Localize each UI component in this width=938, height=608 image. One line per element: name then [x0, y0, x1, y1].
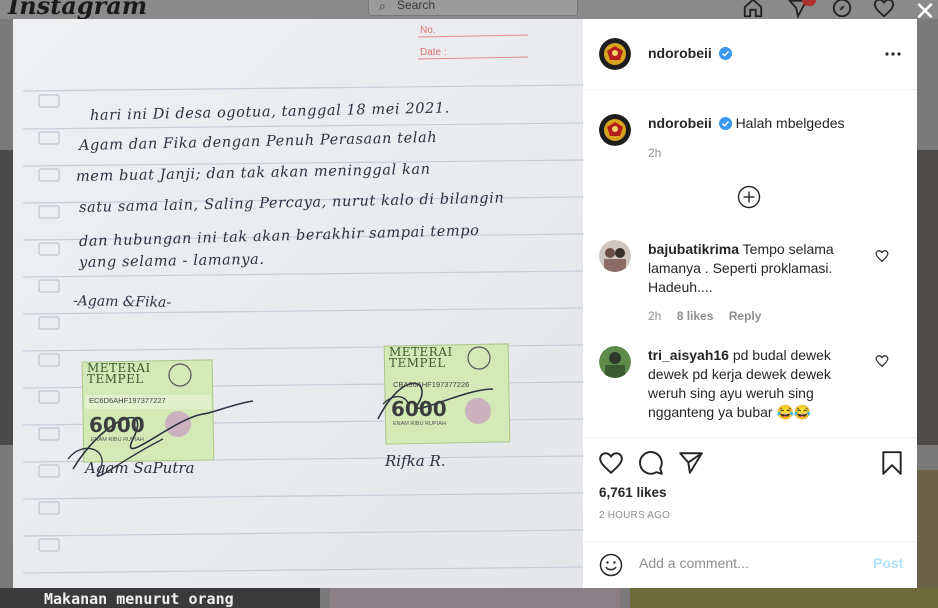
actions-divider	[583, 437, 917, 438]
search-icon: ⌕	[379, 0, 386, 13]
more-options-icon[interactable]	[884, 46, 902, 62]
stamp-right-title: METERAI TEMPEL	[389, 345, 453, 370]
commenter-avatar[interactable]	[599, 346, 631, 378]
comment-likes[interactable]: 8 likes	[677, 309, 714, 323]
add-comment-bar: Add a comment... Post	[583, 541, 917, 588]
author-username[interactable]: ndorobeii	[648, 45, 712, 61]
signer-left-name: Agam SaPutra	[85, 459, 195, 477]
stamp-left-words: ENAM RIBU RUPIAH	[91, 437, 144, 443]
verified-badge-icon	[719, 47, 733, 60]
like-comment-heart-icon[interactable]	[875, 354, 889, 368]
background-post-tile[interactable]	[917, 470, 938, 588]
comment-username[interactable]: bajubatikrima	[648, 241, 739, 257]
background-post-tile[interactable]	[917, 150, 938, 445]
explore-icon[interactable]	[831, 0, 853, 19]
emoji-icon[interactable]	[599, 553, 623, 577]
caption: ndorobeii Halah mbelgedes	[648, 114, 898, 133]
search-input[interactable]: ⌕ Search	[368, 0, 578, 16]
load-more-comments-icon[interactable]	[737, 185, 761, 209]
background-post-tile[interactable]	[0, 150, 13, 445]
stamp-left-title: METERAI TEMPEL	[87, 361, 151, 386]
post-side-panel: ndorobeii ndorobeii Halah mbelgedes 2h b…	[583, 19, 917, 588]
comment-username[interactable]: tri_aisyah16	[648, 347, 729, 363]
reply-button[interactable]: Reply	[729, 309, 762, 323]
caption-time[interactable]: 2h	[648, 146, 661, 160]
stamp-right-value: 6000	[391, 397, 447, 421]
post-image[interactable]: No. Date : hari ini Di desa ogotua, tang…	[13, 19, 583, 588]
stamp-right-words: ENAM RIBU RUPIAH	[393, 421, 446, 427]
background-post-tile[interactable]	[330, 588, 620, 608]
search-placeholder: Search	[397, 0, 436, 12]
like-heart-icon[interactable]	[598, 450, 624, 476]
signer-right-name: Rifka R.	[385, 452, 446, 470]
like-comment-heart-icon[interactable]	[875, 249, 889, 263]
comment: tri_aisyah16 pd budal dewek dewek pd ker…	[648, 346, 870, 422]
commenter-avatar[interactable]	[599, 240, 631, 272]
stamp-left-code: EC6D6AHF197377227	[89, 396, 166, 405]
post-comment-button[interactable]: Post	[873, 555, 903, 571]
caption-text: Halah mbelgedes	[735, 115, 845, 131]
form-date-label: Date :	[420, 47, 447, 58]
comment: bajubatikrima Tempo selama lamanya . Sep…	[648, 240, 870, 297]
save-bookmark-icon[interactable]	[879, 450, 905, 476]
stamp-right-code: CBA36AHF197377226	[393, 380, 470, 389]
instagram-logo[interactable]: Instagram	[8, 0, 147, 20]
activity-heart-icon[interactable]	[873, 0, 895, 19]
letter-line: yang selama - lamanya.	[78, 251, 265, 271]
comment-time[interactable]: 2h	[648, 309, 661, 323]
post-time-ago[interactable]: 2 HOURS AGO	[599, 510, 670, 521]
stamp-left-value: 6000	[89, 413, 145, 437]
background-post-tile[interactable]	[630, 588, 938, 608]
caption-username[interactable]: ndorobeii	[648, 115, 712, 131]
letter-sign-line: -Agam &Fika-	[72, 293, 172, 311]
home-icon[interactable]	[742, 0, 764, 19]
background-post-caption: Makanan menurut orang	[44, 590, 234, 608]
share-direct-icon[interactable]	[678, 450, 704, 476]
caption-author-avatar[interactable]	[599, 114, 631, 146]
comment-bubble-icon[interactable]	[638, 450, 664, 476]
verified-badge-icon	[718, 117, 732, 130]
form-no-label: No.	[420, 25, 436, 36]
add-comment-input[interactable]: Add a comment...	[639, 555, 859, 571]
author-avatar[interactable]	[599, 38, 631, 70]
likes-count[interactable]: 6,761 likes	[599, 485, 667, 500]
post-header: ndorobeii	[583, 19, 917, 90]
